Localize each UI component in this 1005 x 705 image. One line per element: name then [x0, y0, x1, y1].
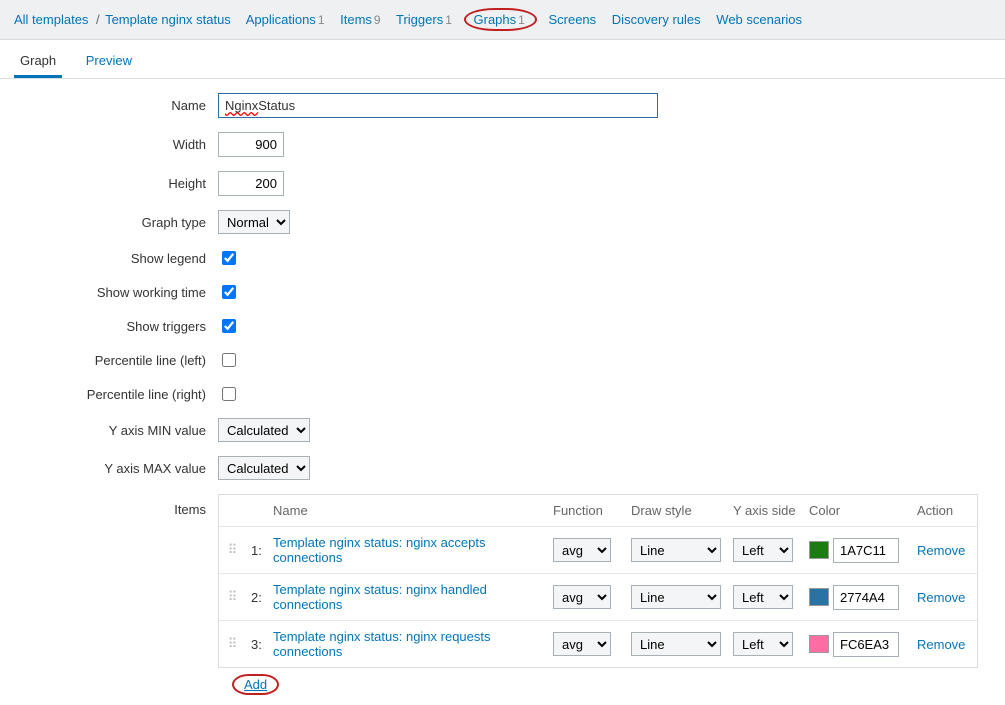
graph-form: Name Nginx Status Width Height Graph typ…: [0, 79, 1005, 705]
col-color: Color: [803, 495, 911, 526]
ymax-select[interactable]: Calculated: [218, 456, 310, 480]
bc-graphs[interactable]: Graphs1: [474, 12, 525, 27]
label-ymax: Y axis MAX value: [18, 461, 218, 476]
label-items: Items: [18, 494, 218, 517]
function-select[interactable]: avg: [553, 585, 611, 609]
remove-link[interactable]: Remove: [917, 637, 965, 652]
show-legend-checkbox[interactable]: [222, 251, 236, 265]
tabs-bar: Graph Preview: [0, 46, 1005, 79]
remove-link[interactable]: Remove: [917, 543, 965, 558]
highlight-graphs: Graphs1: [464, 8, 537, 31]
label-height: Height: [18, 176, 218, 191]
yaxis-select[interactable]: Left: [733, 632, 793, 656]
item-index: 2:: [245, 582, 267, 613]
bc-separator: /: [96, 12, 100, 27]
graph-type-select[interactable]: Normal: [218, 210, 290, 234]
color-input[interactable]: [833, 632, 899, 657]
color-swatch[interactable]: [809, 541, 829, 559]
add-row: Add: [218, 668, 978, 695]
percentile-right-checkbox[interactable]: [222, 387, 236, 401]
col-name: Name: [267, 495, 547, 526]
col-action: Action: [911, 495, 971, 526]
item-row: ⠿ 3: Template nginx status: nginx reques…: [219, 621, 977, 667]
label-show-triggers: Show triggers: [18, 319, 218, 334]
function-select[interactable]: avg: [553, 632, 611, 656]
drag-handle-icon[interactable]: ⠿: [219, 534, 245, 566]
function-select[interactable]: avg: [553, 538, 611, 562]
color-input[interactable]: [833, 538, 899, 563]
item-row: ⠿ 1: Template nginx status: nginx accept…: [219, 527, 977, 574]
color-input[interactable]: [833, 585, 899, 610]
col-draw: Draw style: [625, 495, 727, 526]
width-input[interactable]: [218, 132, 284, 157]
highlight-add: Add: [232, 674, 279, 695]
bc-triggers[interactable]: Triggers1: [396, 12, 452, 27]
item-name-link[interactable]: Template nginx status: nginx handled con…: [273, 582, 487, 612]
draw-style-select[interactable]: Line: [631, 632, 721, 656]
col-function: Function: [547, 495, 625, 526]
label-show-working-time: Show working time: [18, 285, 218, 300]
label-ymin: Y axis MIN value: [18, 423, 218, 438]
item-index: 1:: [245, 535, 267, 566]
show-working-time-checkbox[interactable]: [222, 285, 236, 299]
height-input[interactable]: [218, 171, 284, 196]
bc-template-name[interactable]: Template nginx status: [105, 12, 231, 27]
yaxis-select[interactable]: Left: [733, 538, 793, 562]
label-graph-type: Graph type: [18, 215, 218, 230]
draw-style-select[interactable]: Line: [631, 538, 721, 562]
item-index: 3:: [245, 629, 267, 660]
bc-all-templates[interactable]: All templates: [14, 12, 88, 27]
ymin-select[interactable]: Calculated: [218, 418, 310, 442]
color-swatch[interactable]: [809, 588, 829, 606]
drag-handle-icon[interactable]: ⠿: [219, 628, 245, 660]
bc-web-scenarios[interactable]: Web scenarios: [716, 12, 802, 27]
label-show-legend: Show legend: [18, 251, 218, 266]
add-link[interactable]: Add: [244, 677, 267, 692]
breadcrumb-bar: All templates / Template nginx status Ap…: [0, 0, 1005, 40]
bc-applications[interactable]: Applications1: [246, 12, 325, 27]
label-percentile-left: Percentile line (left): [18, 353, 218, 368]
tab-graph[interactable]: Graph: [14, 46, 62, 78]
items-table: Name Function Draw style Y axis side Col…: [218, 494, 978, 668]
item-name-link[interactable]: Template nginx status: nginx accepts con…: [273, 535, 485, 565]
items-header-row: Name Function Draw style Y axis side Col…: [219, 495, 977, 527]
bc-screens[interactable]: Screens: [548, 12, 596, 27]
color-swatch[interactable]: [809, 635, 829, 653]
name-input[interactable]: Nginx Status: [218, 93, 658, 118]
label-percentile-right: Percentile line (right): [18, 387, 218, 402]
drag-handle-icon[interactable]: ⠿: [219, 581, 245, 613]
tab-preview[interactable]: Preview: [80, 46, 138, 75]
remove-link[interactable]: Remove: [917, 590, 965, 605]
yaxis-select[interactable]: Left: [733, 585, 793, 609]
col-yaxis: Y axis side: [727, 495, 803, 526]
label-name: Name: [18, 98, 218, 113]
show-triggers-checkbox[interactable]: [222, 319, 236, 333]
bc-items[interactable]: Items9: [340, 12, 380, 27]
bc-discovery[interactable]: Discovery rules: [612, 12, 701, 27]
label-width: Width: [18, 137, 218, 152]
item-row: ⠿ 2: Template nginx status: nginx handle…: [219, 574, 977, 621]
item-name-link[interactable]: Template nginx status: nginx requests co…: [273, 629, 491, 659]
draw-style-select[interactable]: Line: [631, 585, 721, 609]
percentile-left-checkbox[interactable]: [222, 353, 236, 367]
